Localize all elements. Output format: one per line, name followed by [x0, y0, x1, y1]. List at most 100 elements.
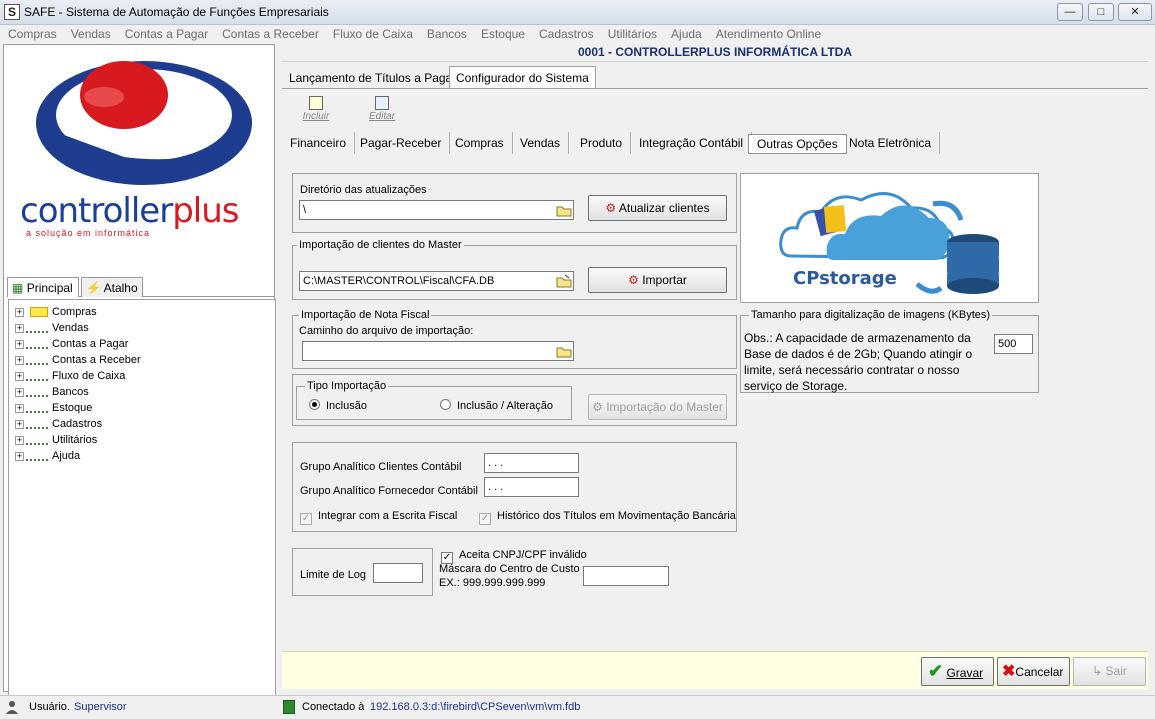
gravar-button[interactable]: ✔ Gravar	[921, 657, 994, 686]
network-icon	[26, 371, 48, 382]
importacao-master-label: Importação de clientes do Master	[297, 239, 464, 251]
close-button[interactable]: ✕	[1118, 3, 1152, 21]
company-header: 0001 - CONTROLLERPLUS INFORMÁTICA LTDA	[282, 44, 1148, 62]
historico-checkbox[interactable]: ✓ Histórico dos Títulos em Movimentação B…	[479, 510, 736, 525]
tree-item-fluxo-caixa[interactable]: + Fluxo de Caixa	[15, 368, 125, 384]
incluir-button[interactable]: Incluir	[296, 96, 336, 122]
tree-item-vendas[interactable]: + Vendas	[15, 320, 89, 336]
menu-contas-receber[interactable]: Contas a Receber	[214, 25, 325, 44]
menu-cadastros[interactable]: Cadastros	[531, 25, 600, 44]
tree-item-estoque[interactable]: + Estoque	[15, 400, 92, 416]
radio-inclusao-alteracao[interactable]: Inclusão / Alteração	[440, 399, 553, 412]
expand-icon[interactable]: +	[15, 403, 24, 413]
expand-icon[interactable]: +	[15, 307, 24, 317]
subtab-nota-eletronica[interactable]: Nota Eletrônica	[841, 132, 941, 154]
radio-inclusao[interactable]: Inclusão	[309, 399, 367, 412]
network-icon	[26, 355, 48, 366]
menu-bancos[interactable]: Bancos	[419, 25, 473, 44]
subtab-produto[interactable]: Produto	[572, 132, 632, 154]
caminho-label: Caminho do arquivo de importação:	[299, 325, 474, 337]
user-name: Supervisor	[74, 701, 127, 713]
connection-label: Conectado à	[302, 701, 365, 713]
checkmark-icon: ✓	[479, 513, 491, 525]
grupo-clientes-label: Grupo Analítico Clientes Contábil	[300, 461, 462, 473]
limite-log-label: Limite de Log	[300, 569, 367, 581]
tab-configurador[interactable]: Configurador do Sistema	[449, 66, 596, 88]
atualizar-clientes-button[interactable]: ⚙ Atualizar clientes	[588, 195, 727, 221]
diretorio-input[interactable]: \	[299, 200, 574, 220]
tamanho-label: Tamanho para digitalização de imagens (K…	[749, 309, 993, 321]
subtab-outras-opcoes[interactable]: Outras Opções	[748, 134, 847, 154]
cpstorage-banner: CPstorage	[740, 173, 1039, 303]
aceita-cnpj-checkbox[interactable]: ✓ Aceita CNPJ/CPF inválido	[441, 549, 587, 564]
menu-vendas[interactable]: Vendas	[63, 25, 117, 44]
grupo-fornecedor-input[interactable]: . . .	[484, 477, 579, 497]
tree-item-compras[interactable]: + Compras	[15, 304, 97, 320]
menu-bar: Compras Vendas Contas a Pagar Contas a Rece…	[0, 25, 1155, 44]
tree-item-utilitarios[interactable]: + Utilitários	[15, 432, 97, 448]
importacao-master-input[interactable]: C:\MASTER\CONTROL\Fiscal\CFA.DB	[299, 271, 574, 291]
tamanho-input[interactable]: 500	[994, 334, 1033, 354]
tree-item-contas-pagar[interactable]: + Contas a Pagar	[15, 336, 128, 352]
radio-icon	[440, 399, 451, 410]
menu-estoque[interactable]: Estoque	[473, 25, 531, 44]
integrar-checkbox[interactable]: ✓ Integrar com a Escrita Fiscal	[300, 510, 457, 525]
sair-button[interactable]: ↳ Sair	[1073, 657, 1146, 686]
tab-atalho[interactable]: ⚡ Atalho	[81, 277, 143, 297]
expand-icon[interactable]: +	[15, 355, 24, 365]
menu-compras[interactable]: Compras	[0, 25, 63, 44]
subtab-pagar-receber[interactable]: Pagar-Receber	[352, 132, 451, 154]
expand-icon[interactable]: +	[15, 323, 24, 333]
network-icon	[26, 387, 48, 398]
mascara-label: Máscara do Centro de Custo	[439, 563, 580, 575]
document-icon	[309, 96, 323, 110]
logo-tagline: a solução em informática	[26, 228, 151, 238]
tab-lancamento[interactable]: Lançamento de Títulos a Pagar	[282, 66, 464, 88]
menu-contas-pagar[interactable]: Contas a Pagar	[117, 25, 214, 44]
cancelar-button[interactable]: ✖Cancelar	[997, 657, 1070, 686]
mascara-input[interactable]	[583, 566, 669, 586]
limite-log-input[interactable]	[373, 563, 423, 583]
expand-icon[interactable]: +	[15, 451, 24, 461]
open-folder-icon[interactable]	[555, 272, 573, 290]
expand-icon[interactable]: +	[15, 371, 24, 381]
editar-button[interactable]: Editar	[362, 96, 402, 122]
subtab-integracao[interactable]: Integração Contábil	[631, 132, 753, 154]
expand-icon[interactable]: +	[15, 419, 24, 429]
expand-icon[interactable]: +	[15, 339, 24, 349]
folder-icon[interactable]	[555, 342, 573, 360]
tree-item-contas-receber[interactable]: + Contas a Receber	[15, 352, 141, 368]
tree-icon: ▦	[12, 281, 24, 295]
minimize-button[interactable]: —	[1057, 3, 1083, 21]
left-tabs: ▦ Principal ⚡ Atalho	[7, 277, 275, 297]
menu-atendimento[interactable]: Atendimento Online	[708, 25, 827, 44]
app-icon[interactable]: S	[4, 4, 20, 20]
expand-icon[interactable]: +	[15, 387, 24, 397]
nota-fiscal-input[interactable]	[302, 341, 574, 361]
mascara-example: EX.: 999.999.999.999	[439, 577, 546, 589]
cpstorage-label: CPstorage	[793, 268, 897, 289]
connection-icon	[283, 700, 295, 714]
menu-fluxo-caixa[interactable]: Fluxo de Caixa	[325, 25, 419, 44]
tab-principal[interactable]: ▦ Principal	[7, 277, 79, 297]
menu-ajuda[interactable]: Ajuda	[663, 25, 708, 44]
tree-item-ajuda[interactable]: + Ajuda	[15, 448, 80, 464]
subtab-compras[interactable]: Compras	[447, 132, 513, 154]
navigation-tree: + Compras + Vendas + Contas a Pagar + Contas…	[8, 299, 276, 719]
subtab-vendas[interactable]: Vendas	[512, 132, 570, 154]
expand-icon[interactable]: +	[15, 435, 24, 445]
network-icon	[26, 339, 48, 350]
folder-icon[interactable]	[555, 201, 573, 219]
radio-selected-icon	[309, 399, 320, 410]
grupo-clientes-input[interactable]: . . .	[484, 453, 579, 473]
title-bar: S SAFE - Sistema de Automação de Funções…	[0, 0, 1155, 25]
subtab-financeiro[interactable]: Financeiro	[282, 132, 356, 154]
tree-item-cadastros[interactable]: + Cadastros	[15, 416, 102, 432]
importacao-master-button[interactable]: ⚙ Importação do Master	[588, 394, 727, 420]
user-icon	[6, 700, 18, 714]
tree-item-bancos[interactable]: + Bancos	[15, 384, 89, 400]
users-icon: ⚙	[592, 400, 603, 414]
maximize-button[interactable]: □	[1088, 3, 1114, 21]
menu-utilitarios[interactable]: Utilitários	[600, 25, 663, 44]
importar-button[interactable]: ⚙ Importar	[588, 267, 727, 293]
